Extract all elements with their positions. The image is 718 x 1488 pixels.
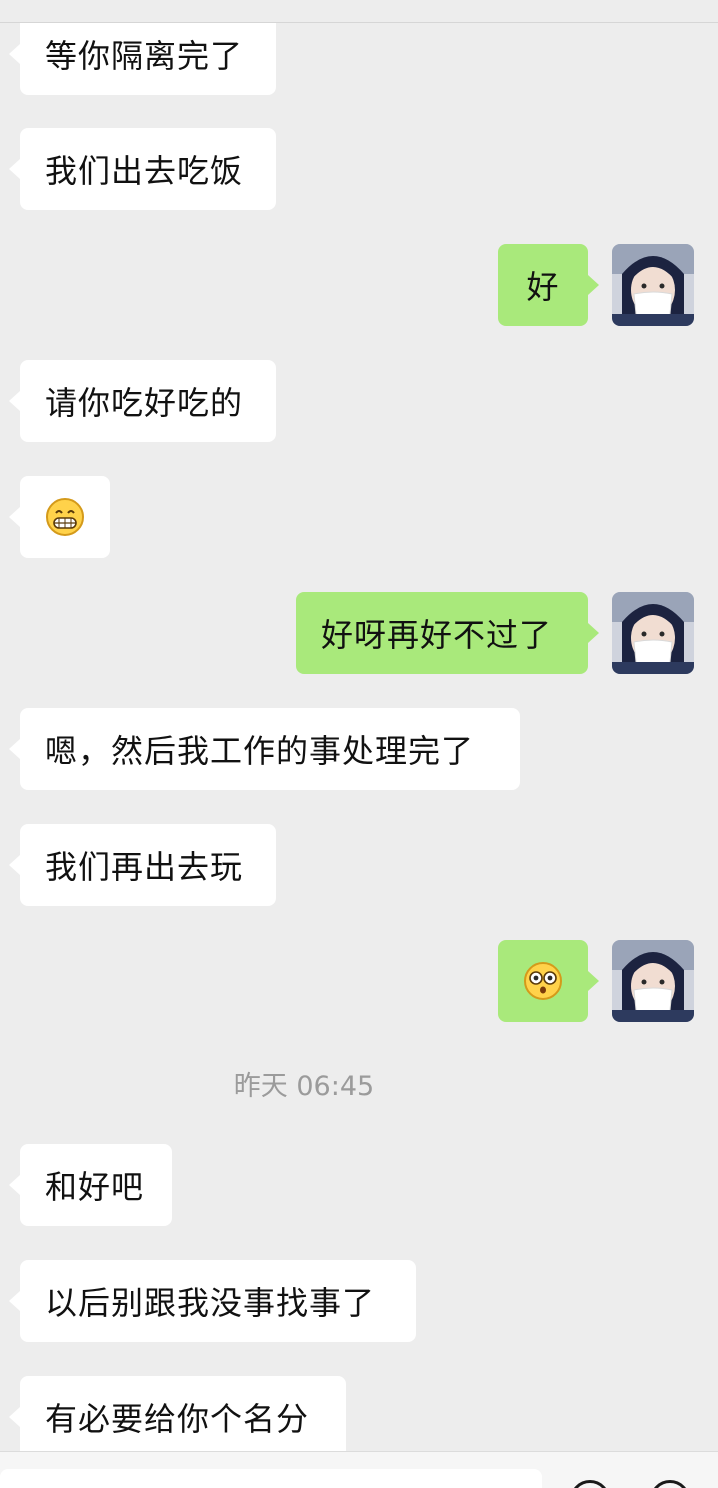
user-avatar[interactable] (612, 940, 694, 1022)
message-incoming[interactable]: 等你隔离完了 (9, 23, 276, 95)
dizzy-eyes-emoji-icon (524, 962, 562, 1000)
message-text: 好 (526, 268, 560, 306)
message-text: 我们出去吃饭 (45, 152, 244, 190)
message-text: 等你隔离完了 (45, 37, 244, 75)
message-text: 和好吧 (45, 1168, 145, 1206)
message-timestamp: 昨天 06:45 (233, 1071, 375, 1102)
message-text: 请你吃好吃的 (45, 384, 244, 422)
message-outgoing-emoji[interactable] (498, 940, 599, 1022)
user-avatar[interactable] (612, 244, 694, 326)
message-incoming[interactable]: 和好吧 (9, 1144, 172, 1226)
avatar-photo-icon (612, 940, 694, 1022)
chat-message-list[interactable]: 等你隔离完了 我们出去吃饭 好 请你吃好吃的 好呀再好不过了 嗯，然后我工作的事… (0, 23, 718, 1451)
top-status-bar (0, 0, 718, 23)
message-text: 我们再出去玩 (45, 848, 244, 886)
avatar-photo-icon (612, 592, 694, 674)
message-incoming-emoji[interactable] (9, 476, 110, 558)
message-text: 好呀再好不过了 (321, 616, 553, 654)
message-incoming[interactable]: 有必要给你个名分 (9, 1376, 346, 1451)
message-text: 以后别跟我没事找事了 (45, 1284, 376, 1322)
message-text: 有必要给你个名分 (45, 1400, 310, 1438)
message-input[interactable] (0, 1469, 542, 1488)
message-incoming[interactable]: 嗯，然后我工作的事处理完了 (9, 708, 520, 790)
message-incoming[interactable]: 请你吃好吃的 (9, 360, 276, 442)
message-incoming[interactable]: 我们再出去玩 (9, 824, 276, 906)
user-avatar[interactable] (612, 592, 694, 674)
input-toolbar (0, 1451, 718, 1488)
message-outgoing[interactable]: 好呀再好不过了 (296, 592, 599, 674)
message-outgoing[interactable]: 好 (498, 244, 599, 326)
message-incoming[interactable]: 以后别跟我没事找事了 (9, 1260, 416, 1342)
message-text: 嗯，然后我工作的事处理完了 (45, 732, 475, 770)
message-incoming[interactable]: 我们出去吃饭 (9, 128, 276, 210)
grin-emoji-icon (46, 498, 84, 536)
avatar-photo-icon (612, 244, 694, 326)
